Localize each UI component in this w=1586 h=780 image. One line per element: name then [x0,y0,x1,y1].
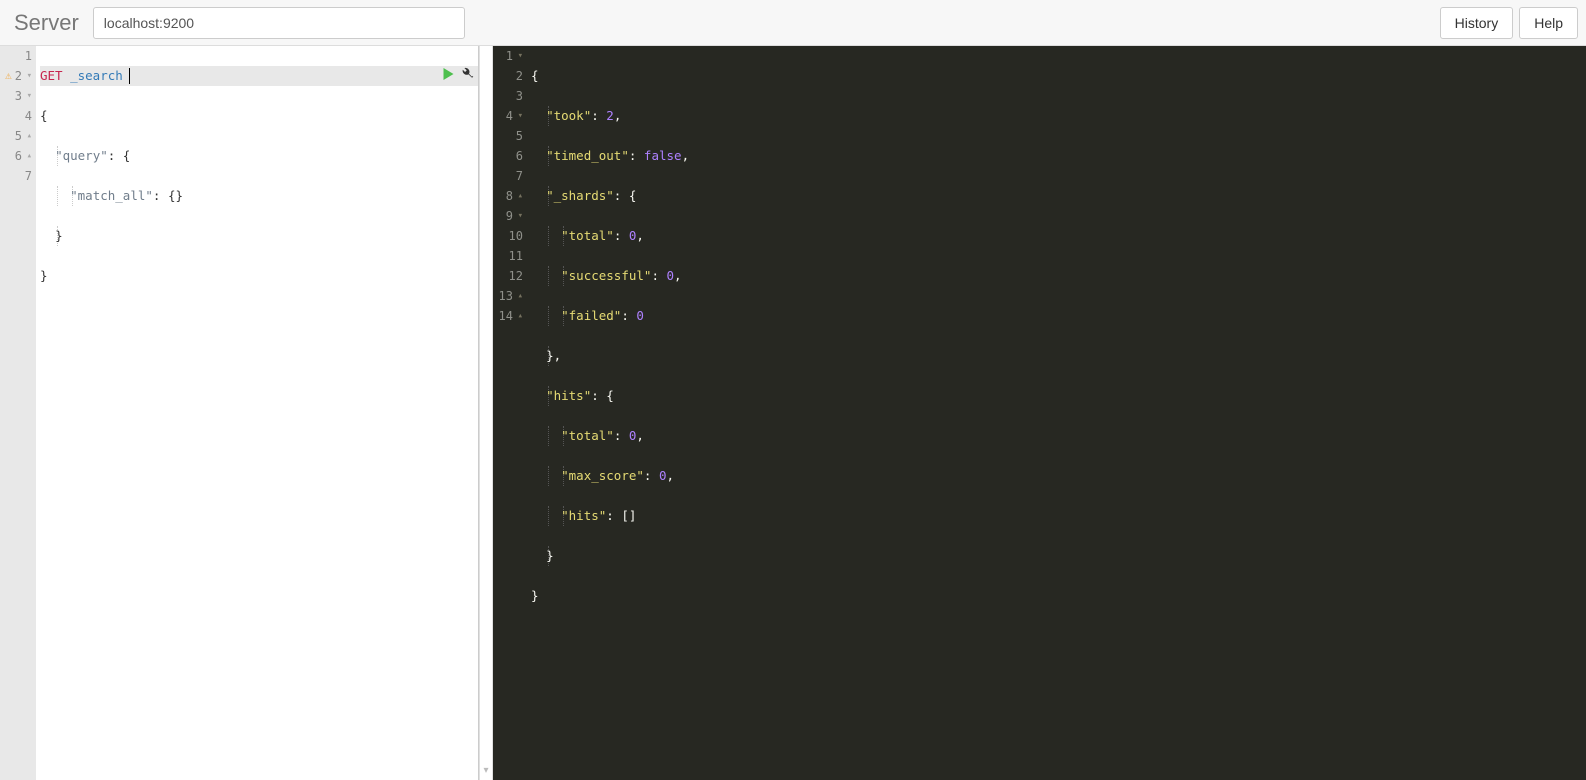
request-path: _search [70,68,123,83]
response-gutter: 1▾ 2 3 4▾ 5 6 7 8▴ 9▾ 10 11 12 13▴ 14▴ [493,46,527,780]
wrench-icon[interactable] [460,66,474,86]
warning-icon: ⚠ [5,66,12,86]
server-label: Server [8,10,93,36]
request-method: GET [40,68,63,83]
main: 1 ⚠2▾ 3▾ 4 5▴ 6▴ 7 GET _search { "query"… [0,46,1586,780]
response-viewer[interactable]: 1▾ 2 3 4▾ 5 6 7 8▴ 9▾ 10 11 12 13▴ 14▴ {… [493,46,1586,780]
play-icon[interactable] [443,66,454,86]
request-gutter: 1 ⚠2▾ 3▾ 4 5▴ 6▴ 7 [0,46,36,780]
pane-divider[interactable]: ▾ [479,46,493,780]
history-button[interactable]: History [1440,7,1514,39]
chevron-down-icon: ▾ [483,765,488,776]
topbar: Server History Help [0,0,1586,46]
help-button[interactable]: Help [1519,7,1578,39]
request-code[interactable]: GET _search { "query": { "match_all": {}… [36,46,478,780]
request-editor[interactable]: 1 ⚠2▾ 3▾ 4 5▴ 6▴ 7 GET _search { "query"… [0,46,479,780]
server-input[interactable] [93,7,465,39]
response-code: { "took": 2, "timed_out": false, "_shard… [527,46,1586,780]
